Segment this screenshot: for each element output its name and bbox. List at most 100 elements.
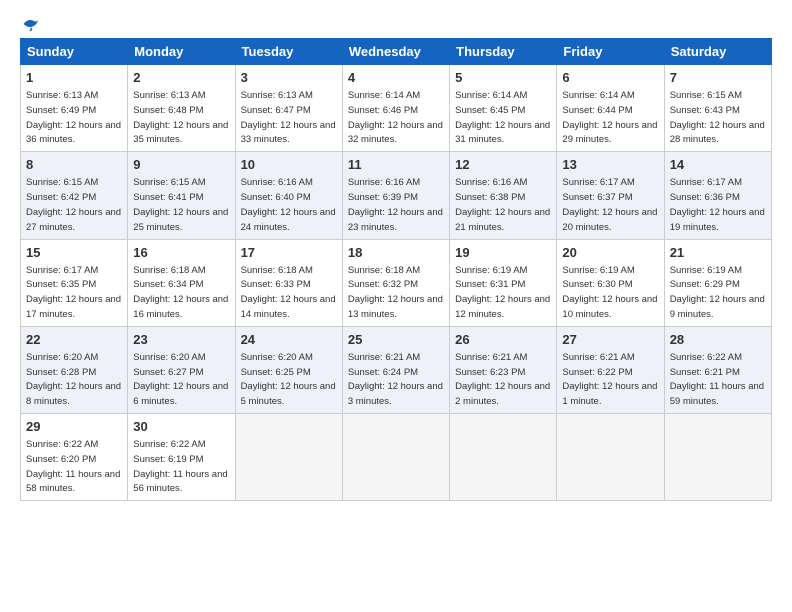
calendar-page: Sunday Monday Tuesday Wednesday Thursday… (0, 0, 792, 511)
day-info: Sunrise: 6:22 AMSunset: 6:20 PMDaylight:… (26, 439, 120, 494)
day-info: Sunrise: 6:18 AMSunset: 6:32 PMDaylight:… (348, 265, 443, 320)
day-number: 29 (26, 418, 122, 436)
day-number: 18 (348, 244, 444, 262)
table-row: 29 Sunrise: 6:22 AMSunset: 6:20 PMDayligh… (21, 414, 128, 501)
day-info: Sunrise: 6:16 AMSunset: 6:40 PMDaylight:… (241, 177, 336, 232)
day-number: 5 (455, 69, 551, 87)
day-info: Sunrise: 6:13 AMSunset: 6:48 PMDaylight:… (133, 90, 228, 145)
logo (20, 16, 40, 28)
page-header (20, 16, 772, 28)
table-row: 24Sunrise: 6:20 AMSunset: 6:25 PMDayligh… (235, 326, 342, 413)
day-number: 22 (26, 331, 122, 349)
day-info: Sunrise: 6:18 AMSunset: 6:34 PMDaylight:… (133, 265, 228, 320)
table-row: 26 Sunrise: 6:21 AMSunset: 6:23 PMDayligh… (450, 326, 557, 413)
calendar-table: Sunday Monday Tuesday Wednesday Thursday… (20, 38, 772, 501)
table-row: 7 Sunrise: 6:15 AMSunset: 6:43 PMDaylight… (664, 65, 771, 152)
day-number: 9 (133, 156, 229, 174)
day-number: 1 (26, 69, 122, 87)
day-number: 2 (133, 69, 229, 87)
table-row: 11 Sunrise: 6:16 AMSunset: 6:39 PMDayligh… (342, 152, 449, 239)
day-info: Sunrise: 6:22 AMSunset: 6:21 PMDaylight:… (670, 352, 764, 407)
day-number: 23 (133, 331, 229, 349)
table-row: 15 Sunrise: 6:17 AMSunset: 6:35 PMDayligh… (21, 239, 128, 326)
day-info: Sunrise: 6:22 AMSunset: 6:19 PMDaylight:… (133, 439, 227, 494)
day-info: Sunrise: 6:21 AMSunset: 6:22 PMDaylight:… (562, 352, 657, 407)
day-info: Sunrise: 6:13 AMSunset: 6:49 PMDaylight:… (26, 90, 121, 145)
calendar-week-row: 8 Sunrise: 6:15 AMSunset: 6:42 PMDaylight… (21, 152, 772, 239)
day-number: 17 (241, 244, 337, 262)
day-info: Sunrise: 6:16 AMSunset: 6:39 PMDaylight:… (348, 177, 443, 232)
day-info: Sunrise: 6:14 AMSunset: 6:46 PMDaylight:… (348, 90, 443, 145)
day-info: Sunrise: 6:17 AMSunset: 6:37 PMDaylight:… (562, 177, 657, 232)
table-row: 13Sunrise: 6:17 AMSunset: 6:37 PMDayligh… (557, 152, 664, 239)
day-number: 14 (670, 156, 766, 174)
table-row: 30 Sunrise: 6:22 AMSunset: 6:19 PMDayligh… (128, 414, 235, 501)
table-row: 4 Sunrise: 6:14 AMSunset: 6:46 PMDaylight… (342, 65, 449, 152)
table-row: 23Sunrise: 6:20 AMSunset: 6:27 PMDayligh… (128, 326, 235, 413)
col-sunday: Sunday (21, 39, 128, 65)
day-number: 15 (26, 244, 122, 262)
table-row: 3 Sunrise: 6:13 AMSunset: 6:47 PMDaylight… (235, 65, 342, 152)
day-info: Sunrise: 6:17 AMSunset: 6:35 PMDaylight:… (26, 265, 121, 320)
day-info: Sunrise: 6:15 AMSunset: 6:42 PMDaylight:… (26, 177, 121, 232)
day-number: 26 (455, 331, 551, 349)
logo-bird-icon (22, 16, 40, 32)
calendar-week-row: 22Sunrise: 6:20 AMSunset: 6:28 PMDayligh… (21, 326, 772, 413)
table-row: 16Sunrise: 6:18 AMSunset: 6:34 PMDayligh… (128, 239, 235, 326)
day-number: 11 (348, 156, 444, 174)
day-info: Sunrise: 6:21 AMSunset: 6:23 PMDaylight:… (455, 352, 550, 407)
table-row: 17 Sunrise: 6:18 AMSunset: 6:33 PMDayligh… (235, 239, 342, 326)
table-row: 28 Sunrise: 6:22 AMSunset: 6:21 PMDayligh… (664, 326, 771, 413)
table-row: 14 Sunrise: 6:17 AMSunset: 6:36 PMDayligh… (664, 152, 771, 239)
day-number: 12 (455, 156, 551, 174)
table-row: 25 Sunrise: 6:21 AMSunset: 6:24 PMDayligh… (342, 326, 449, 413)
day-info: Sunrise: 6:16 AMSunset: 6:38 PMDaylight:… (455, 177, 550, 232)
day-info: Sunrise: 6:20 AMSunset: 6:25 PMDaylight:… (241, 352, 336, 407)
table-row (557, 414, 664, 501)
table-row (342, 414, 449, 501)
day-number: 8 (26, 156, 122, 174)
day-info: Sunrise: 6:19 AMSunset: 6:31 PMDaylight:… (455, 265, 550, 320)
calendar-week-row: 15 Sunrise: 6:17 AMSunset: 6:35 PMDayligh… (21, 239, 772, 326)
table-row: 9 Sunrise: 6:15 AMSunset: 6:41 PMDaylight… (128, 152, 235, 239)
table-row: 27Sunrise: 6:21 AMSunset: 6:22 PMDayligh… (557, 326, 664, 413)
day-info: Sunrise: 6:18 AMSunset: 6:33 PMDaylight:… (241, 265, 336, 320)
day-info: Sunrise: 6:19 AMSunset: 6:29 PMDaylight:… (670, 265, 765, 320)
day-info: Sunrise: 6:21 AMSunset: 6:24 PMDaylight:… (348, 352, 443, 407)
table-row: 12 Sunrise: 6:16 AMSunset: 6:38 PMDayligh… (450, 152, 557, 239)
table-row: 18 Sunrise: 6:18 AMSunset: 6:32 PMDayligh… (342, 239, 449, 326)
table-row: 10 Sunrise: 6:16 AMSunset: 6:40 PMDayligh… (235, 152, 342, 239)
table-row: 21Sunrise: 6:19 AMSunset: 6:29 PMDayligh… (664, 239, 771, 326)
day-number: 28 (670, 331, 766, 349)
col-friday: Friday (557, 39, 664, 65)
table-row (450, 414, 557, 501)
table-row (235, 414, 342, 501)
table-row: 5 Sunrise: 6:14 AMSunset: 6:45 PMDaylight… (450, 65, 557, 152)
day-number: 3 (241, 69, 337, 87)
col-tuesday: Tuesday (235, 39, 342, 65)
table-row: 22Sunrise: 6:20 AMSunset: 6:28 PMDayligh… (21, 326, 128, 413)
day-info: Sunrise: 6:17 AMSunset: 6:36 PMDaylight:… (670, 177, 765, 232)
calendar-week-row: 1 Sunrise: 6:13 AMSunset: 6:49 PMDaylight… (21, 65, 772, 152)
table-row: 20 Sunrise: 6:19 AMSunset: 6:30 PMDayligh… (557, 239, 664, 326)
day-number: 25 (348, 331, 444, 349)
day-info: Sunrise: 6:14 AMSunset: 6:45 PMDaylight:… (455, 90, 550, 145)
day-number: 4 (348, 69, 444, 87)
table-row: 19Sunrise: 6:19 AMSunset: 6:31 PMDayligh… (450, 239, 557, 326)
day-number: 20 (562, 244, 658, 262)
day-info: Sunrise: 6:15 AMSunset: 6:43 PMDaylight:… (670, 90, 765, 145)
day-number: 30 (133, 418, 229, 436)
calendar-week-row: 29 Sunrise: 6:22 AMSunset: 6:20 PMDayligh… (21, 414, 772, 501)
col-monday: Monday (128, 39, 235, 65)
day-info: Sunrise: 6:19 AMSunset: 6:30 PMDaylight:… (562, 265, 657, 320)
table-row: 1 Sunrise: 6:13 AMSunset: 6:49 PMDaylight… (21, 65, 128, 152)
day-number: 7 (670, 69, 766, 87)
table-row: 2 Sunrise: 6:13 AMSunset: 6:48 PMDaylight… (128, 65, 235, 152)
calendar-header-row: Sunday Monday Tuesday Wednesday Thursday… (21, 39, 772, 65)
day-info: Sunrise: 6:13 AMSunset: 6:47 PMDaylight:… (241, 90, 336, 145)
table-row (664, 414, 771, 501)
table-row: 6Sunrise: 6:14 AMSunset: 6:44 PMDaylight… (557, 65, 664, 152)
col-thursday: Thursday (450, 39, 557, 65)
day-info: Sunrise: 6:15 AMSunset: 6:41 PMDaylight:… (133, 177, 228, 232)
day-number: 10 (241, 156, 337, 174)
